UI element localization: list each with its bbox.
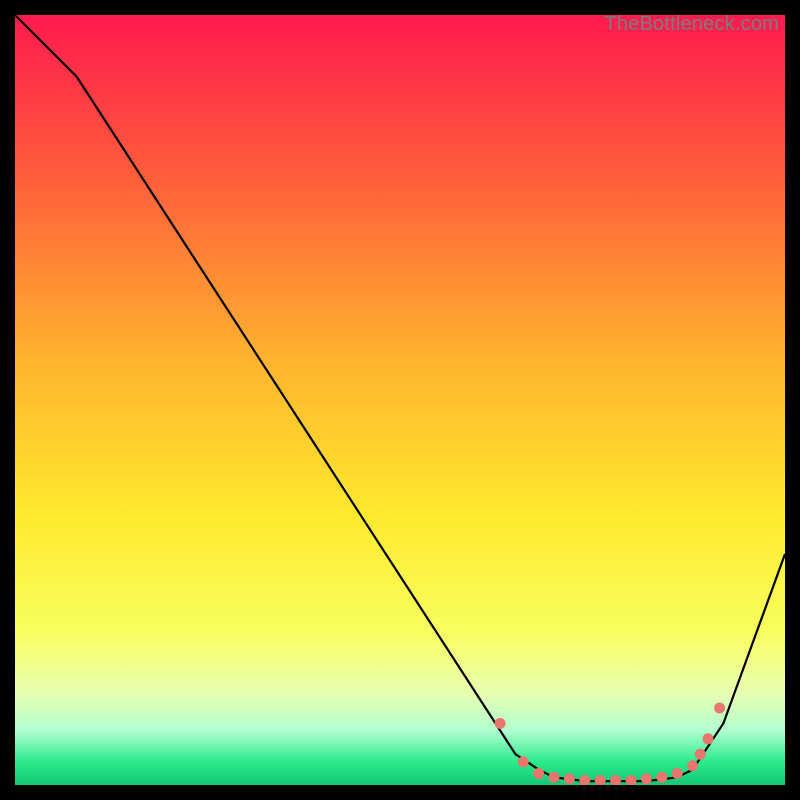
chart-frame: TheBottleneck.com bbox=[15, 15, 785, 785]
highlight-dot bbox=[714, 703, 725, 714]
highlight-dot bbox=[549, 772, 560, 783]
highlight-dot bbox=[687, 760, 698, 771]
highlight-dot bbox=[533, 768, 544, 779]
highlight-dot bbox=[518, 756, 529, 767]
highlight-dot bbox=[695, 749, 706, 760]
highlight-dot bbox=[641, 773, 652, 784]
highlight-dot bbox=[703, 733, 714, 744]
highlight-dot bbox=[564, 773, 575, 784]
highlight-dot bbox=[656, 772, 667, 783]
bottleneck-chart bbox=[15, 15, 785, 785]
highlight-dot bbox=[495, 718, 506, 729]
watermark-text: TheBottleneck.com bbox=[604, 13, 779, 36]
highlight-dot bbox=[672, 768, 683, 779]
gradient-background bbox=[15, 15, 785, 785]
